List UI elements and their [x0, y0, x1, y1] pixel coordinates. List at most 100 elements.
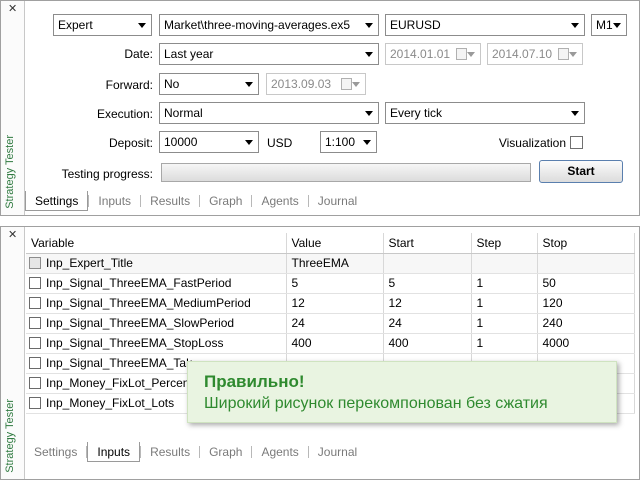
column-header[interactable]: Step	[471, 233, 538, 254]
tab-journal[interactable]: Journal	[309, 191, 366, 211]
optimize-checkbox[interactable]	[29, 277, 41, 289]
tab-journal[interactable]: Journal	[309, 442, 366, 462]
tab-results[interactable]: Results	[141, 442, 199, 462]
deposit-label: Deposit:	[108, 136, 153, 150]
symbol-select[interactable]: EURUSD	[385, 14, 585, 36]
close-icon[interactable]: ✕	[8, 230, 17, 241]
forward-date-value: 2013.09.03	[271, 77, 332, 91]
expert-file-value: Market\three-moving-averages.ex5	[164, 18, 351, 32]
optimize-checkbox[interactable]	[29, 377, 41, 389]
optimize-checkbox[interactable]	[29, 357, 41, 369]
symbol-value: EURUSD	[390, 18, 441, 32]
chevron-down-icon	[571, 111, 579, 116]
value-cell[interactable]: 400	[286, 333, 384, 354]
start-cell[interactable]: 12	[383, 293, 472, 314]
chevron-down-icon	[613, 23, 621, 28]
chevron-down-icon	[138, 23, 146, 28]
step-cell[interactable]: 1	[471, 313, 538, 334]
step-cell[interactable]: 1	[471, 273, 538, 294]
step-cell[interactable]	[471, 253, 538, 274]
close-icon[interactable]: ✕	[8, 4, 17, 15]
leverage-select[interactable]: 1:100	[320, 131, 377, 153]
table-row[interactable]: Inp_Expert_Title ThreeEMA	[26, 253, 635, 274]
visualization-checkbox[interactable]	[570, 136, 583, 149]
variable-cell: Inp_Signal_ThreeEMA_FastPeriod	[26, 273, 287, 294]
stop-cell[interactable]: 240	[537, 313, 635, 334]
variable-name: Inp_Signal_ThreeEMA_FastPeriod	[46, 276, 232, 290]
date-from-picker[interactable]: 2014.01.01	[385, 43, 481, 65]
start-cell[interactable]	[383, 253, 472, 274]
optimize-checkbox[interactable]	[29, 337, 41, 349]
stop-cell[interactable]: 4000	[537, 333, 635, 354]
variable-name: Inp_Money_FixLot_Lots	[46, 396, 175, 410]
visualization-label: Visualization	[498, 136, 566, 150]
optimize-checkbox[interactable]	[29, 317, 41, 329]
tab-inputs[interactable]: Inputs	[87, 442, 141, 462]
value-cell[interactable]: ThreeEMA	[286, 253, 384, 274]
tab-bar: Settings Inputs Results Graph Agents Journal	[25, 190, 366, 212]
tab-agents[interactable]: Agents	[252, 442, 307, 462]
start-button[interactable]: Start	[539, 160, 623, 183]
start-cell[interactable]: 24	[383, 313, 472, 334]
timeframe-select[interactable]: M1	[591, 14, 627, 36]
column-header[interactable]: Start	[383, 233, 472, 254]
tab-graph[interactable]: Graph	[200, 191, 251, 211]
tab-bar: Settings Inputs Results Graph Agents Journal	[25, 441, 366, 463]
value-cell[interactable]: 12	[286, 293, 384, 314]
chevron-down-icon	[365, 111, 373, 116]
stop-cell[interactable]: 120	[537, 293, 635, 314]
optimize-checkbox[interactable]	[29, 297, 41, 309]
expert-type-value: Expert	[58, 18, 93, 32]
chevron-down-icon	[363, 140, 371, 145]
deposit-select[interactable]: 10000	[159, 131, 259, 153]
panel-side-title: Strategy Tester	[4, 135, 16, 209]
tab-settings[interactable]: Settings	[25, 442, 86, 462]
date-mode-select[interactable]: Last year	[159, 43, 379, 65]
tick-mode-select[interactable]: Every tick	[385, 102, 585, 124]
expert-file-select[interactable]: Market\three-moving-averages.ex5	[159, 14, 379, 36]
execution-mode-select[interactable]: Normal	[159, 102, 379, 124]
table-row[interactable]: Inp_Signal_ThreeEMA_StopLoss 400 400 1 4000	[26, 333, 635, 354]
tick-mode-value: Every tick	[390, 106, 443, 120]
chevron-down-icon	[365, 23, 373, 28]
tab-agents[interactable]: Agents	[252, 191, 307, 211]
forward-date-picker[interactable]: 2013.09.03	[266, 73, 366, 95]
toast-title: Правильно!	[204, 372, 305, 391]
step-cell[interactable]: 1	[471, 333, 538, 354]
grid-header-row: Variable Value Start Step Stop	[26, 233, 635, 254]
date-label: Date:	[124, 47, 153, 61]
variable-name: Inp_Signal_ThreeEMA_Tak	[46, 356, 193, 370]
step-cell[interactable]: 1	[471, 293, 538, 314]
optimize-checkbox[interactable]	[29, 397, 41, 409]
tab-results[interactable]: Results	[141, 191, 199, 211]
calendar-icon	[341, 78, 352, 90]
value-cell[interactable]: 24	[286, 313, 384, 334]
date-to-picker[interactable]: 2014.07.10	[487, 43, 583, 65]
value-cell[interactable]: 5	[286, 273, 384, 294]
tab-inputs[interactable]: Inputs	[89, 191, 140, 211]
stop-cell[interactable]: 50	[537, 273, 635, 294]
variable-name: Inp_Money_FixLot_Percent	[46, 376, 193, 390]
table-row[interactable]: Inp_Signal_ThreeEMA_MediumPeriod 12 12 1 120	[26, 293, 635, 314]
stop-cell[interactable]	[537, 253, 635, 274]
start-cell[interactable]: 400	[383, 333, 472, 354]
expert-type-select[interactable]: Expert	[53, 14, 152, 36]
table-row[interactable]: Inp_Signal_ThreeEMA_SlowPeriod 24 24 1 240	[26, 313, 635, 334]
tab-settings[interactable]: Settings	[25, 191, 89, 211]
table-row[interactable]: Inp_Signal_ThreeEMA_FastPeriod 5 5 1 50	[26, 273, 635, 294]
start-cell[interactable]: 5	[383, 273, 472, 294]
column-header[interactable]: Variable	[26, 233, 287, 254]
tab-graph[interactable]: Graph	[200, 442, 251, 462]
date-from-value: 2014.01.01	[390, 47, 451, 61]
variable-name: Inp_Signal_ThreeEMA_SlowPeriod	[46, 316, 235, 330]
column-header[interactable]: Stop	[537, 233, 635, 254]
column-header[interactable]: Value	[286, 233, 384, 254]
side-strip: ✕ Strategy Tester	[1, 227, 25, 479]
calendar-icon	[456, 48, 467, 60]
chevron-down-icon	[245, 140, 253, 145]
forward-mode-select[interactable]: No	[159, 73, 259, 95]
strategy-tester-window: ✕ Strategy Tester Expert Market\three-mo…	[0, 0, 640, 480]
optimize-checkbox[interactable]	[29, 257, 41, 269]
testing-progress-bar	[161, 163, 531, 182]
date-mode-value: Last year	[164, 47, 214, 61]
